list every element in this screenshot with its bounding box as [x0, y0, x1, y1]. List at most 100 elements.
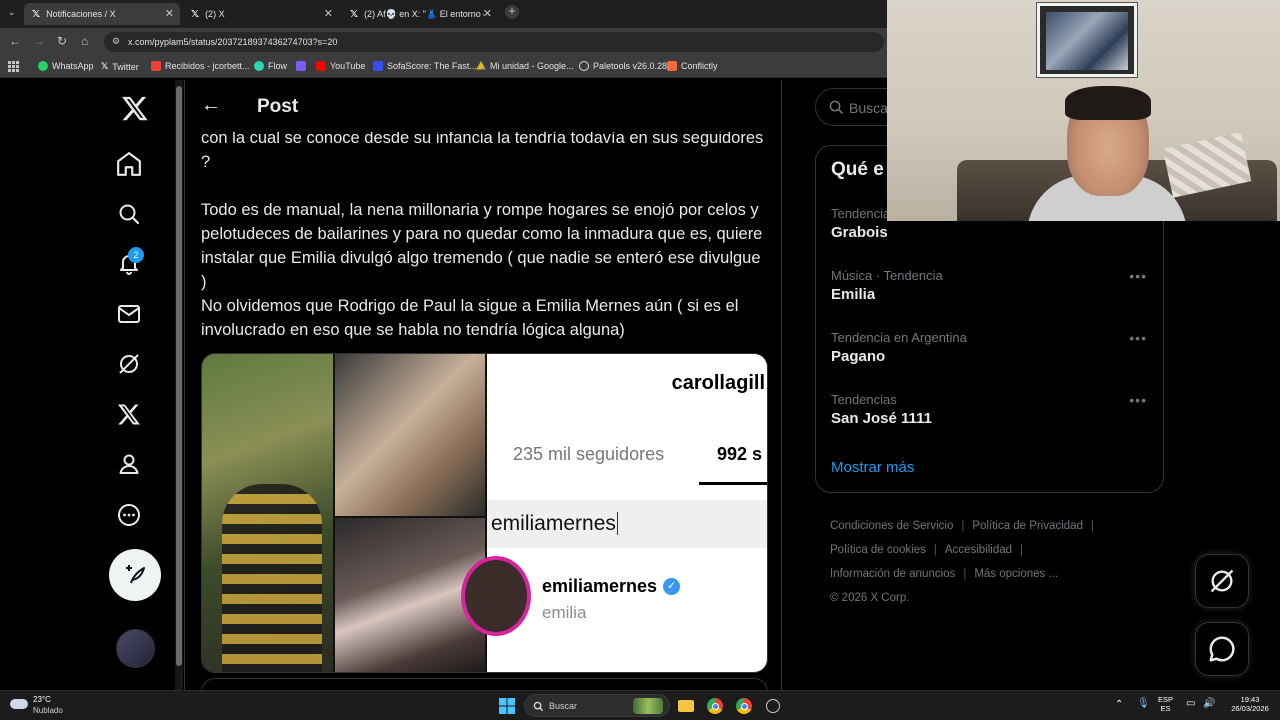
bookmark-flow[interactable]: Flow	[254, 61, 287, 71]
trend-item[interactable]: Música · Tendencia Emilia •••	[831, 268, 1151, 303]
separator: |	[963, 568, 967, 580]
windows-start-icon[interactable]	[497, 696, 517, 716]
site-info-icon[interactable]: ⚙	[112, 36, 120, 47]
volume-icon[interactable]: 🔊	[1203, 698, 1215, 709]
bookmark-conflictly[interactable]: Conflictly	[667, 61, 718, 71]
copyright: © 2026 X Corp.	[830, 592, 910, 604]
post-paragraph: Todo es de manual, la nena millonaria y …	[201, 201, 763, 291]
file-explorer-icon[interactable]	[676, 696, 696, 716]
bookmark-sofascore[interactable]: SofaScore: The Fast...	[373, 61, 477, 71]
compose-post-button[interactable]	[109, 549, 161, 601]
language-code: ESP	[1158, 695, 1174, 704]
ig-followers-tab: 235 mil seguidores	[513, 444, 665, 464]
wall-picture	[1046, 12, 1128, 70]
search-placeholder: Busca	[849, 100, 888, 116]
messages-fab-button[interactable]	[1195, 622, 1249, 676]
microphone-icon[interactable]: 🎙	[1137, 698, 1150, 709]
language-indicator[interactable]: ESP ES	[1158, 695, 1173, 713]
trend-name: Grabois	[831, 224, 888, 241]
close-tab-icon[interactable]: ✕	[165, 7, 174, 20]
sofascore-icon	[373, 61, 383, 71]
more-circle-icon[interactable]	[109, 495, 149, 535]
home-icon[interactable]	[109, 144, 149, 184]
x-logo-icon[interactable]	[115, 88, 155, 128]
mail-icon	[151, 61, 161, 71]
bookmark-twitter[interactable]: 𝕏 Twitter	[101, 61, 139, 72]
weather-temperature[interactable]: 23°C	[33, 695, 51, 704]
post-media[interactable]: carollagill 235 mil seguidores 992 s emi…	[201, 353, 768, 673]
trend-name: Emilia	[831, 286, 876, 303]
new-tab-button[interactable]: +	[505, 5, 519, 19]
grok-icon[interactable]	[109, 344, 149, 384]
account-avatar[interactable]	[116, 629, 155, 668]
more-options-link[interactable]: Más opciones ...	[974, 568, 1058, 580]
more-options-icon[interactable]: •••	[1129, 268, 1147, 284]
post-body: con la cual se conoce desde su infancia …	[201, 126, 767, 342]
bookmark-label: Flow	[268, 61, 288, 71]
x-logo-icon: 𝕏	[191, 8, 200, 20]
x-icon: 𝕏	[101, 61, 109, 71]
scrollbar-thumb[interactable]	[176, 86, 182, 666]
app-icon[interactable]	[763, 696, 783, 716]
bookmark-label: Mi unidad - Google...	[490, 61, 574, 71]
back-icon[interactable]: ←	[9, 34, 21, 48]
left-scrollbar[interactable]	[175, 80, 183, 690]
mail-icon[interactable]	[109, 294, 149, 334]
post-header: ← Post	[185, 80, 781, 132]
youtube-icon	[316, 61, 326, 71]
forward-icon[interactable]: →	[33, 34, 45, 48]
chrome-profile-icon[interactable]	[734, 696, 754, 716]
browser-tab-label: Notificaciones / X	[46, 9, 116, 19]
trend-meta: Tendencia en Argentina	[831, 330, 967, 345]
trend-item[interactable]: Tendencias San José 1111 •••	[831, 392, 1151, 427]
ads-info-link[interactable]: Información de anuncios	[830, 568, 955, 580]
bookmark-whatsapp[interactable]: WhatsApp	[38, 61, 94, 71]
chrome-icon[interactable]	[705, 696, 725, 716]
search-highlight-image	[633, 698, 663, 714]
bookmark-unnamed[interactable]	[296, 61, 306, 71]
browser-tab-1[interactable]: 𝕏 Notificaciones / X ✕	[24, 3, 180, 25]
terms-link[interactable]: Condiciones de Servicio	[830, 520, 953, 532]
back-arrow-icon[interactable]: ←	[201, 94, 221, 117]
webcam-overlay	[887, 0, 1280, 221]
apps-grid-icon[interactable]	[8, 61, 19, 72]
bookmark-gmail[interactable]: Recibidos - jcorbett...	[151, 61, 250, 71]
bookmark-drive[interactable]: Mi unidad - Google...	[476, 61, 574, 71]
wall-picture-frame	[1036, 2, 1138, 78]
privacy-link[interactable]: Política de Privacidad	[972, 520, 1083, 532]
close-tab-icon[interactable]: ✕	[483, 7, 492, 20]
taskbar-search[interactable]: Buscar	[524, 694, 670, 717]
accessibility-link[interactable]: Accesibilidad	[945, 544, 1012, 556]
tray-chevron-icon[interactable]: ⌃	[1115, 699, 1123, 710]
reload-icon[interactable]: ↻	[57, 34, 67, 48]
browser-tab-3[interactable]: 𝕏 (2) Af💀 en X: "👗 El entorno c ✕	[342, 3, 498, 25]
close-tab-icon[interactable]: ✕	[324, 7, 333, 20]
browser-tab-2[interactable]: 𝕏 (2) X ✕	[183, 3, 339, 25]
instagram-screenshot[interactable]: carollagill 235 mil seguidores 992 s emi…	[461, 354, 767, 672]
grok-fab-button[interactable]	[1195, 554, 1249, 608]
clock[interactable]: 19:43 26/03/2026	[1225, 695, 1275, 713]
more-options-icon[interactable]: •••	[1129, 330, 1147, 346]
photo-two-girls	[335, 354, 485, 516]
more-options-icon[interactable]: •••	[1129, 392, 1147, 408]
post-paragraph-spacer	[201, 174, 767, 198]
photo-collage[interactable]	[202, 354, 485, 672]
cloud-icon[interactable]	[10, 699, 28, 709]
browser-tab-label: (2) Af💀 en X: "👗 El entorno c	[364, 8, 485, 19]
weather-description[interactable]: Nublado	[33, 706, 63, 715]
bookmark-youtube[interactable]: YouTube	[316, 61, 365, 71]
show-more-link[interactable]: Mostrar más	[831, 459, 914, 476]
x-premium-icon[interactable]	[109, 394, 149, 434]
trend-name: Pagano	[831, 348, 886, 365]
whatsapp-icon	[38, 61, 48, 71]
network-icon[interactable]: ▭	[1186, 698, 1195, 709]
bookmark-paletools[interactable]: Paletools v26.0.28	[579, 61, 667, 71]
bookmark-label: WhatsApp	[52, 61, 94, 71]
tab-list-chevron-icon[interactable]: ⌄	[8, 7, 16, 18]
search-icon[interactable]	[109, 194, 149, 234]
home-icon[interactable]: ⌂	[81, 34, 88, 48]
cookies-link[interactable]: Política de cookies	[830, 544, 926, 556]
trend-item[interactable]: Tendencia en Argentina Pagano •••	[831, 330, 1151, 365]
url-bar[interactable]: ⚙ x.com/pyplam5/status/20372189374362747…	[104, 32, 884, 52]
profile-icon[interactable]	[109, 444, 149, 484]
